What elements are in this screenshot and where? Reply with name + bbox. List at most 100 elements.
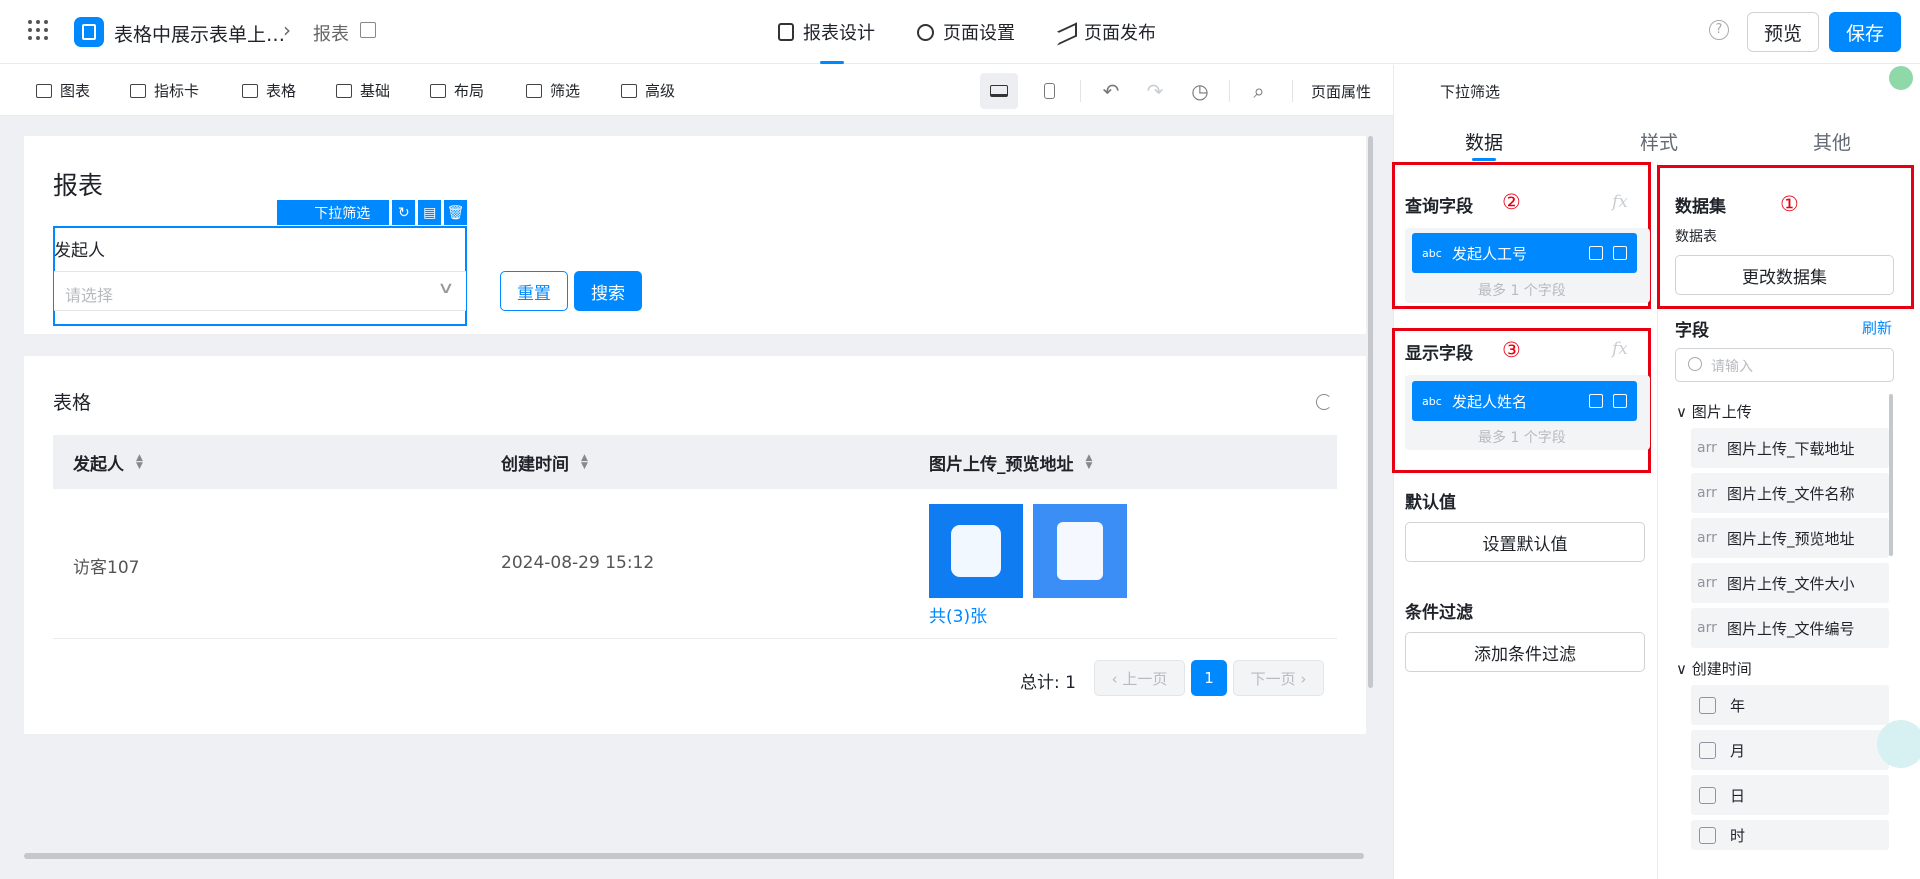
formula-icon[interactable]: fx xyxy=(1612,339,1628,359)
field-item[interactable]: 月 xyxy=(1691,730,1889,770)
type-label: arr xyxy=(1697,440,1717,456)
field-item[interactable]: arr 图片上传_文件编号 xyxy=(1691,608,1889,648)
page-number[interactable]: 1 xyxy=(1191,660,1227,696)
column-header-preview-url[interactable]: 图片上传_预览地址 ▲ ▼ xyxy=(929,435,1092,489)
tree-group-image-upload[interactable]: ∨ 图片上传 xyxy=(1676,401,1752,422)
toolbar-item-metric[interactable]: 指标卡 xyxy=(130,65,199,116)
next-page-button[interactable]: 下一页 › xyxy=(1233,660,1324,696)
undo-icon[interactable]: ↶ xyxy=(1100,80,1122,102)
tab-report-design[interactable]: 报表设计 xyxy=(778,0,875,64)
fields-scrollbar[interactable] xyxy=(1889,394,1893,556)
delete-icon[interactable]: 🗑 xyxy=(444,200,467,225)
column-header-created[interactable]: 创建时间 ▲ ▼ xyxy=(501,435,588,489)
copy-icon[interactable]: ▤ xyxy=(418,200,442,225)
tab-data[interactable]: 数据 xyxy=(1465,128,1503,155)
reset-button[interactable]: 重置 xyxy=(500,271,568,311)
toolbar-label: 高级 xyxy=(645,82,676,100)
search-icon[interactable]: ⌕ xyxy=(1248,80,1270,102)
type-label: arr xyxy=(1697,575,1717,591)
edit-icon[interactable] xyxy=(360,22,376,38)
image-count-link[interactable]: 共(3)张 xyxy=(929,602,987,627)
sort-icon[interactable]: ▲ ▼ xyxy=(136,454,143,471)
field-label: 图片上传_文件大小 xyxy=(1727,574,1855,593)
group-label: 创建时间 xyxy=(1691,660,1752,678)
column-label: 发起人 xyxy=(73,454,124,475)
toolbar-item-chart[interactable]: 图表 xyxy=(36,65,90,116)
toolbar-item-advanced[interactable]: 高级 xyxy=(621,65,675,116)
delete-icon[interactable] xyxy=(1613,246,1627,260)
toolbar-item-basic[interactable]: 基础 xyxy=(336,65,390,116)
field-item[interactable]: 时 xyxy=(1691,820,1889,850)
report-title: 报表 xyxy=(53,171,104,200)
column-header-initiator[interactable]: 发起人 ▲ ▼ xyxy=(73,435,143,489)
toolbar-item-filter[interactable]: 筛选 xyxy=(526,65,580,116)
grid-icon xyxy=(336,83,352,98)
field-item[interactable]: 日 xyxy=(1691,775,1889,815)
column-label: 创建时间 xyxy=(501,454,569,475)
mobile-icon xyxy=(1043,83,1055,99)
prev-page-button[interactable]: ‹ 上一页 xyxy=(1094,660,1185,696)
display-field-chip[interactable]: abc 发起人姓名 xyxy=(1412,381,1637,421)
edit-icon[interactable] xyxy=(1589,246,1603,260)
calendar-icon xyxy=(1699,826,1716,844)
floating-assistant-button[interactable] xyxy=(1877,720,1920,768)
default-value-title: 默认值 xyxy=(1405,493,1456,513)
help-icon[interactable]: ? xyxy=(1709,20,1729,40)
component-toolbar: 图表 指标卡 表格 基础 布局 筛选 高级 ↶ ↷ ◷ ⌕ 页面属性 xyxy=(0,65,1393,116)
calendar-icon xyxy=(1699,696,1716,714)
formula-icon[interactable]: fx xyxy=(1612,192,1628,212)
desktop-view-button[interactable] xyxy=(980,73,1018,109)
preview-button[interactable]: 预览 xyxy=(1747,12,1819,52)
redo-icon[interactable]: ↷ xyxy=(1144,80,1166,102)
field-item[interactable]: 年 xyxy=(1691,685,1889,725)
query-field-chip[interactable]: abc 发起人工号 xyxy=(1412,233,1637,273)
sort-icon[interactable]: ▲ ▼ xyxy=(1086,454,1093,471)
set-default-button[interactable]: 设置默认值 xyxy=(1405,522,1645,562)
toolbar-item-layout[interactable]: 布局 xyxy=(430,65,484,116)
calendar-icon xyxy=(1699,786,1716,804)
search-button[interactable]: 搜索 xyxy=(574,271,642,311)
toolbar-item-table[interactable]: 表格 xyxy=(242,65,296,116)
field-search-input[interactable] xyxy=(1675,348,1894,382)
table-title: 表格 xyxy=(53,392,92,414)
initiator-select[interactable] xyxy=(54,271,466,311)
tab-page-publish[interactable]: 页面发布 xyxy=(1057,0,1156,64)
cell-created: 2024-08-29 15:12 xyxy=(501,553,655,573)
search-placeholder: 请输入 xyxy=(1711,359,1753,375)
refresh-icon[interactable]: ↻ xyxy=(392,200,416,225)
image-thumbnail[interactable] xyxy=(1033,504,1127,598)
tab-page-settings[interactable]: 页面设置 xyxy=(917,0,1015,64)
save-button[interactable]: 保存 xyxy=(1829,12,1901,52)
field-item[interactable]: arr 图片上传_文件大小 xyxy=(1691,563,1889,603)
tab-style[interactable]: 样式 xyxy=(1640,128,1678,155)
app-grid-icon[interactable] xyxy=(28,20,48,40)
delete-icon[interactable] xyxy=(1613,394,1627,408)
refresh-icon[interactable] xyxy=(1316,394,1332,410)
sort-icon[interactable]: ▲ ▼ xyxy=(581,454,588,471)
cell-initiator: 访客107 xyxy=(73,558,140,578)
report-icon xyxy=(778,23,794,41)
page-properties-button[interactable]: 页面属性 xyxy=(1311,81,1371,102)
query-field-title: 查询字段 xyxy=(1405,197,1473,217)
refresh-link[interactable]: 刷新 xyxy=(1862,317,1892,338)
field-item[interactable]: arr 图片上传_下载地址 xyxy=(1691,428,1889,468)
app-logo xyxy=(74,17,104,47)
group-label: 图片上传 xyxy=(1691,403,1752,421)
app-title[interactable]: 表格中展示表单上… xyxy=(114,20,285,47)
change-dataset-button[interactable]: 更改数据集 xyxy=(1675,255,1894,295)
vertical-scrollbar[interactable] xyxy=(1368,136,1373,688)
mobile-view-button[interactable] xyxy=(1030,73,1068,109)
gear-icon xyxy=(917,23,934,41)
total-count: 总计: 1 xyxy=(1020,673,1076,693)
tab-other[interactable]: 其他 xyxy=(1813,128,1851,155)
edit-icon[interactable] xyxy=(1589,394,1603,408)
history-icon[interactable]: ◷ xyxy=(1189,80,1211,102)
add-condition-button[interactable]: 添加条件过滤 xyxy=(1405,632,1645,672)
tab-label: 页面发布 xyxy=(1084,23,1156,44)
image-thumbnail[interactable] xyxy=(929,504,1023,598)
design-tabs: 报表设计 页面设置 页面发布 xyxy=(778,0,1156,64)
horizontal-scrollbar[interactable] xyxy=(24,853,1364,859)
tree-group-created-time[interactable]: ∨ 创建时间 xyxy=(1676,658,1752,679)
field-item[interactable]: arr 图片上传_文件名称 xyxy=(1691,473,1889,513)
field-item[interactable]: arr 图片上传_预览地址 xyxy=(1691,518,1889,558)
